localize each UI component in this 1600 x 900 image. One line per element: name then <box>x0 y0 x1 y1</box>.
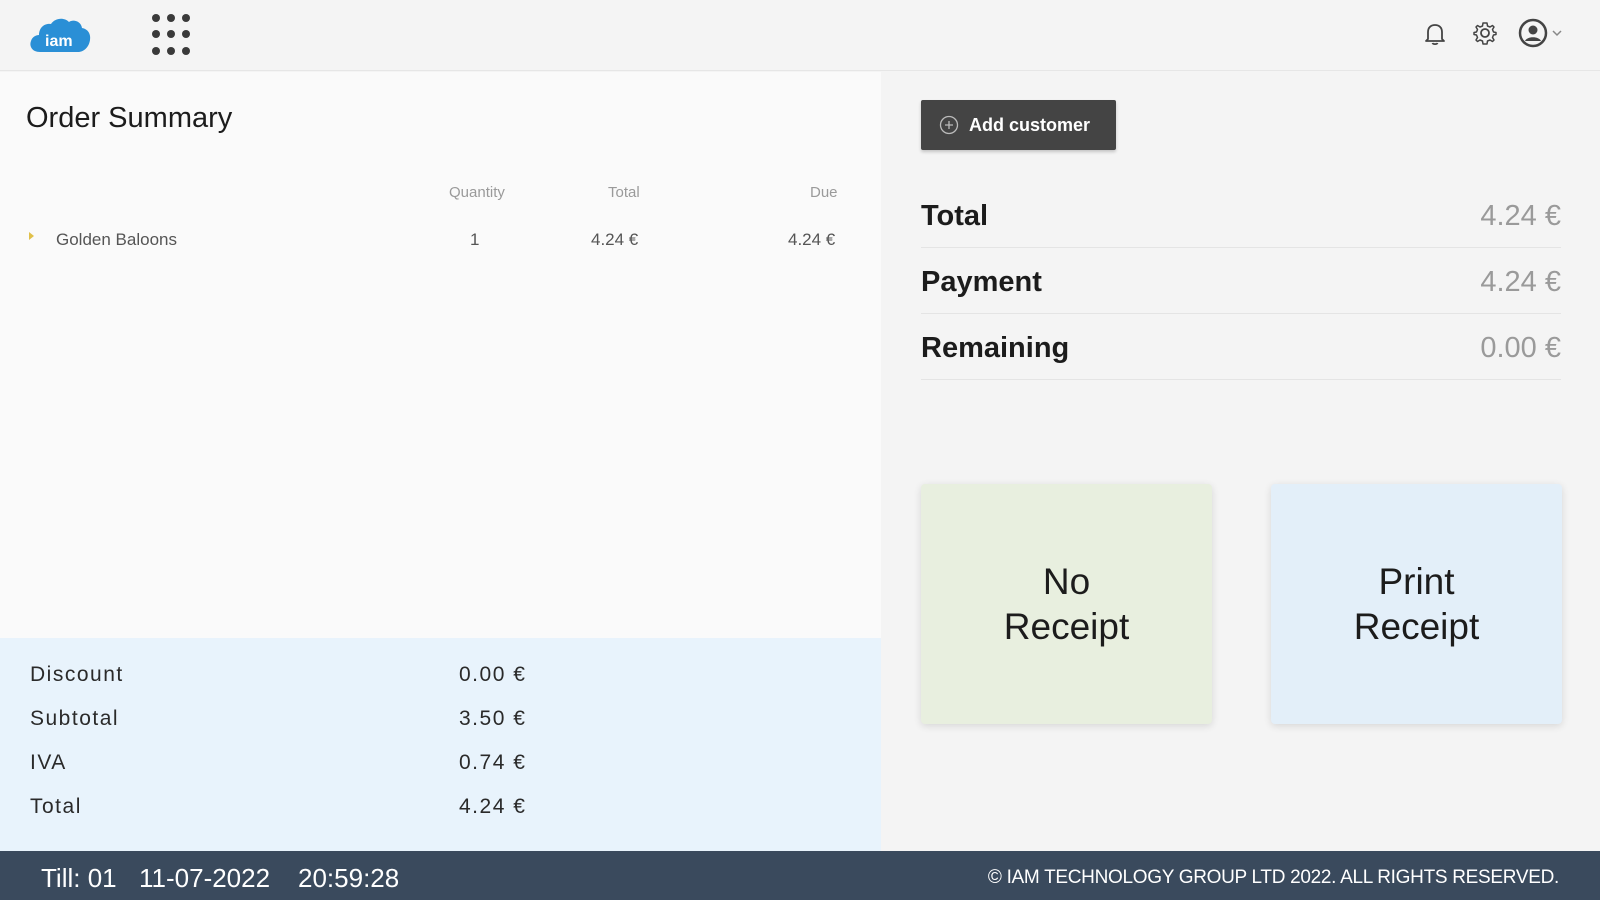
discount-label: Discount <box>30 663 124 686</box>
print-receipt-line2: Receipt <box>1353 606 1480 647</box>
till-number: Till: 01 <box>41 863 117 893</box>
no-receipt-label: No Receipt <box>967 559 1167 649</box>
total-label: Total <box>30 795 82 818</box>
column-header-quantity: Quantity <box>449 184 505 201</box>
no-receipt-line1: No <box>1042 561 1091 602</box>
total-value: 4.24 € <box>459 795 527 818</box>
order-summary-panel: Order Summary Quantity Total Due Golden … <box>0 72 881 638</box>
page-title: Order Summary <box>26 102 233 134</box>
logo-text: iam <box>45 33 73 50</box>
no-receipt-line2: Receipt <box>1003 606 1130 647</box>
payment-total-value: 4.24 € <box>1480 200 1561 232</box>
row-marker-icon <box>29 232 34 240</box>
current-time: 20:59:28 <box>298 863 400 893</box>
column-header-due: Due <box>810 184 838 201</box>
remaining-label: Remaining <box>921 332 1070 364</box>
remaining-value: 0.00 € <box>1480 332 1561 364</box>
item-quantity: 1 <box>470 230 480 249</box>
print-receipt-button[interactable]: Print Receipt <box>1271 484 1562 724</box>
remaining-row: Remaining 0.00 € <box>921 322 1561 380</box>
payment-total-row: Total 4.24 € <box>921 190 1561 248</box>
print-receipt-line1: Print <box>1378 561 1455 602</box>
discount-value: 0.00 € <box>459 663 527 686</box>
user-avatar-icon <box>1518 18 1548 48</box>
user-menu[interactable] <box>1518 18 1570 48</box>
payment-label: Payment <box>921 266 1042 298</box>
order-totals: Discount 0.00 € Subtotal 3.50 € IVA 0.74… <box>0 638 881 851</box>
payment-row: Payment 4.24 € <box>921 256 1561 314</box>
subtotal-value: 3.50 € <box>459 707 527 730</box>
print-receipt-label: Print Receipt <box>1317 559 1517 649</box>
status-footer: Till: 01 11-07-2022 20:59:28 © IAM TECHN… <box>0 851 1600 900</box>
item-total: 4.24 € <box>591 230 639 249</box>
current-date: 11-07-2022 <box>139 863 271 893</box>
copyright-notice: © IAM TECHNOLOGY GROUP LTD 2022. ALL RIG… <box>987 867 1559 888</box>
add-customer-button[interactable]: Add customer <box>921 100 1116 150</box>
add-customer-label: Add customer <box>969 114 1091 135</box>
item-name: Golden Baloons <box>56 230 177 249</box>
cloud-logo-icon: iam <box>30 18 91 53</box>
apps-grid-icon[interactable] <box>152 14 194 56</box>
payment-value: 4.24 € <box>1480 266 1561 298</box>
gear-icon[interactable] <box>1470 18 1500 48</box>
top-bar: iam <box>0 0 1600 71</box>
no-receipt-button[interactable]: No Receipt <box>921 484 1212 724</box>
iva-value: 0.74 € <box>459 751 527 774</box>
subtotal-label: Subtotal <box>30 707 120 730</box>
item-due: 4.24 € <box>788 230 836 249</box>
column-header-total: Total <box>608 184 640 201</box>
bell-icon[interactable] <box>1420 18 1450 48</box>
payment-panel: Add customer Total 4.24 € Payment 4.24 €… <box>881 72 1600 851</box>
payment-total-label: Total <box>921 200 989 232</box>
order-item-row[interactable]: Golden Baloons 1 4.24 € 4.24 € <box>0 222 881 262</box>
iva-label: IVA <box>30 751 67 774</box>
chevron-down-icon <box>1552 30 1562 37</box>
add-circle-icon <box>939 115 959 135</box>
iam-logo[interactable]: iam <box>28 14 92 56</box>
